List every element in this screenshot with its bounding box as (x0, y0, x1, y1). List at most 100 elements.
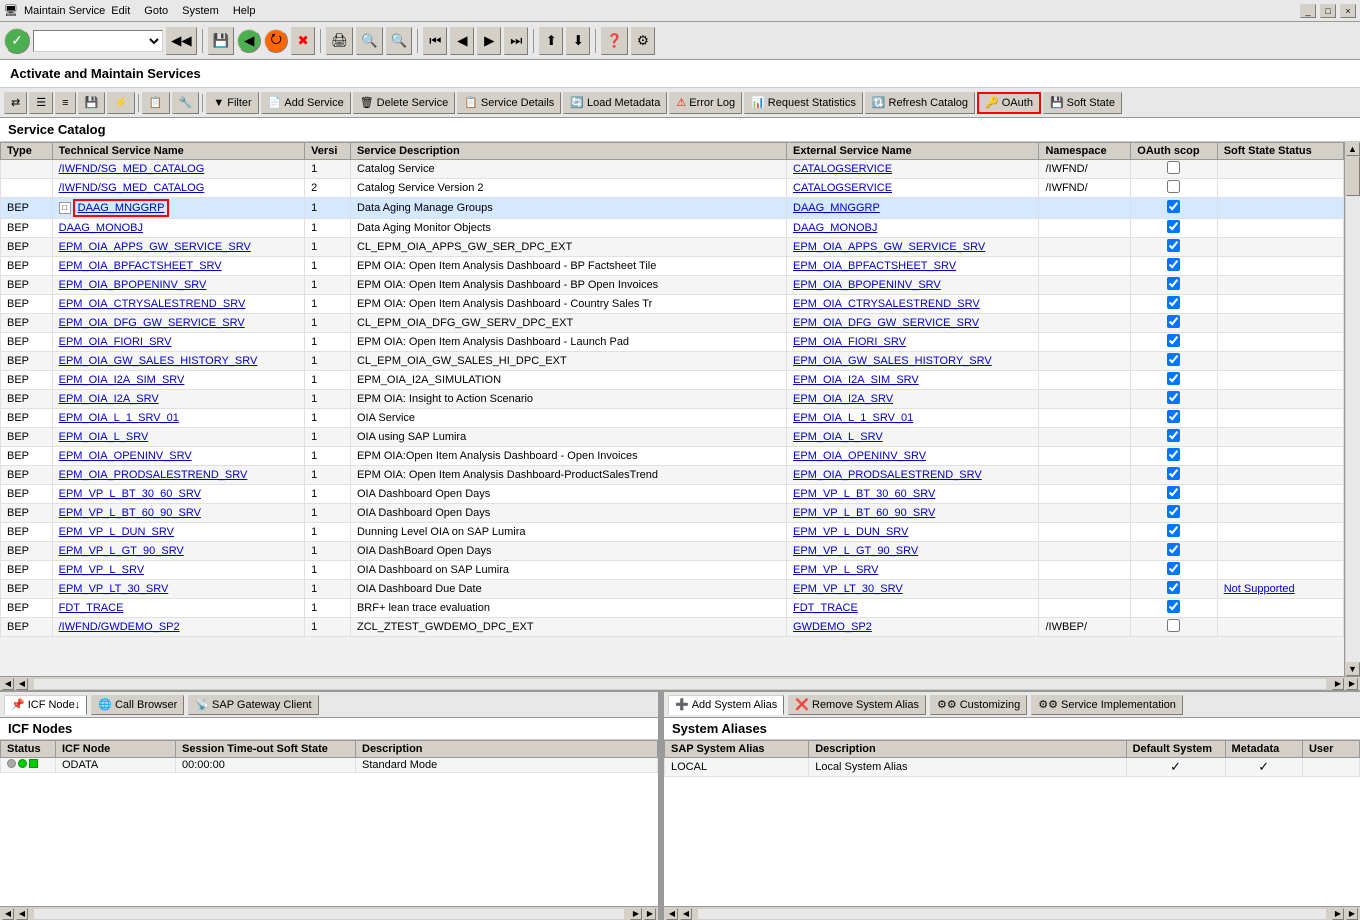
left-hscroll-left[interactable]: ◀ (2, 908, 14, 920)
table-row[interactable]: BEPEPM_VP_L_DUN_SRV1Dunning Level OIA on… (1, 523, 1344, 542)
cell-oauth[interactable] (1131, 504, 1217, 523)
tab-customizing[interactable]: ⚙⚙ Customizing (930, 695, 1027, 715)
close-button[interactable]: × (1340, 4, 1356, 18)
table-row[interactable]: BEPEPM_VP_L_GT_90_SRV1OIA DashBoard Open… (1, 542, 1344, 561)
left-hscroll-right[interactable]: ▶ (630, 908, 642, 920)
table-row[interactable]: ODATA 00:00:00 Standard Mode (1, 758, 658, 773)
delete-service-button[interactable]: 🗑 Delete Service (353, 92, 456, 114)
oauth-checkbox[interactable] (1167, 334, 1180, 347)
error-log-button[interactable]: ⚠ Error Log (669, 92, 742, 114)
hscroll-left-arrow[interactable]: ◀ (2, 678, 14, 690)
oauth-checkbox[interactable] (1167, 161, 1180, 174)
oauth-checkbox[interactable] (1167, 180, 1180, 193)
oauth-checkbox[interactable] (1167, 429, 1180, 442)
oauth-checkbox[interactable] (1167, 410, 1180, 423)
oauth-checkbox[interactable] (1167, 391, 1180, 404)
cell-oauth[interactable] (1131, 409, 1217, 428)
table-row[interactable]: BEPEPM_OIA_L_1_SRV_011OIA ServiceEPM_OIA… (1, 409, 1344, 428)
oauth-checkbox[interactable] (1167, 315, 1180, 328)
settings-button[interactable]: ⚙ (631, 27, 655, 55)
filter-button[interactable]: ▼ Filter (206, 92, 258, 114)
find-button[interactable]: 🔍 (356, 27, 383, 55)
menu-goto[interactable]: Goto (144, 5, 168, 17)
add-service-button[interactable]: 📄 Add Service (261, 92, 351, 114)
next-page-button[interactable]: ▶ (477, 27, 501, 55)
menu-edit[interactable]: Edit (111, 5, 130, 17)
cell-oauth[interactable] (1131, 580, 1217, 599)
cell-oauth[interactable] (1131, 314, 1217, 333)
cell-oauth[interactable] (1131, 219, 1217, 238)
table-row[interactable]: BEPEPM_VP_L_BT_60_90_SRV1OIA Dashboard O… (1, 504, 1344, 523)
right-hscroll-right[interactable]: ▶ (1332, 908, 1344, 920)
left-hscroll-left2[interactable]: ◀ (16, 908, 28, 920)
print-button[interactable]: 🖨 (326, 27, 353, 55)
find-next-button[interactable]: 🔍 (386, 27, 413, 55)
table-row[interactable]: BEPEPM_VP_L_BT_30_60_SRV1OIA Dashboard O… (1, 485, 1344, 504)
left-hscroll-track[interactable] (34, 909, 624, 919)
hscroll-right-arrow[interactable]: ▶ (1332, 678, 1344, 690)
left-panel-table-container[interactable]: Status ICF Node Session Time-out Soft St… (0, 740, 658, 906)
upload-button[interactable]: ⬆ (539, 27, 563, 55)
minimize-button[interactable]: _ (1300, 4, 1316, 18)
tab-icf-node[interactable]: 📌 ICF Node↓ (4, 695, 87, 715)
cancel-button[interactable]: ✖ (291, 27, 315, 55)
table-row[interactable]: BEPEPM_OIA_CTRYSALESTREND_SRV1EPM OIA: O… (1, 295, 1344, 314)
table-row[interactable]: BEPEPM_OIA_FIORI_SRV1EPM OIA: Open Item … (1, 333, 1344, 352)
load-metadata-button[interactable]: 🔄 Load Metadata (563, 92, 667, 114)
icon-btn-5[interactable]: ⚡ (107, 92, 135, 114)
oauth-checkbox[interactable] (1167, 486, 1180, 499)
icon-btn-4[interactable]: 💾 (78, 92, 106, 114)
cell-oauth[interactable] (1131, 599, 1217, 618)
vscroll-thumb[interactable] (1346, 156, 1360, 196)
right-hscroll-right2[interactable]: ▶ (1346, 908, 1358, 920)
left-panel-hscrollbar[interactable]: ◀ ◀ ▶ ▶ (0, 906, 658, 920)
right-hscroll-left2[interactable]: ◀ (680, 908, 692, 920)
cell-oauth[interactable] (1131, 466, 1217, 485)
last-page-button[interactable]: ⏭ (504, 27, 528, 55)
oauth-checkbox[interactable] (1167, 296, 1180, 309)
cell-oauth[interactable] (1131, 390, 1217, 409)
table-row[interactable]: BEPEPM_OIA_PRODSALESTREND_SRV1EPM OIA: O… (1, 466, 1344, 485)
nav-back-button[interactable]: ◀◀ (166, 27, 197, 55)
maximize-button[interactable]: □ (1320, 4, 1336, 18)
table-row[interactable]: BEPFDT_TRACE1BRF+ lean trace evaluationF… (1, 599, 1344, 618)
left-hscroll-right2[interactable]: ▶ (644, 908, 656, 920)
oauth-checkbox[interactable] (1167, 239, 1180, 252)
oauth-checkbox[interactable] (1167, 619, 1180, 632)
cell-oauth[interactable] (1131, 276, 1217, 295)
soft-state-button[interactable]: 💾 Soft State (1043, 92, 1122, 114)
oauth-checkbox[interactable] (1167, 524, 1180, 537)
vscroll-track[interactable] (1346, 156, 1360, 662)
table-row[interactable]: BEP □ DAAG_MNGGRP 1Data Aging Manage Gro… (1, 198, 1344, 219)
oauth-button[interactable]: 🔑 OAuth (977, 92, 1041, 114)
tab-call-browser[interactable]: 🌐 Call Browser (91, 695, 184, 715)
table-row[interactable]: BEPEPM_OIA_BPFACTSHEET_SRV1EPM OIA: Open… (1, 257, 1344, 276)
cell-oauth[interactable] (1131, 198, 1217, 219)
icon-btn-1[interactable]: ⇄ (4, 92, 27, 114)
right-panel-hscrollbar[interactable]: ◀ ◀ ▶ ▶ (664, 906, 1360, 920)
help-button[interactable]: ❓ (601, 27, 628, 55)
hscroll-left-arrow2[interactable]: ◀ (16, 678, 28, 690)
table-row[interactable]: BEPEPM_OIA_GW_SALES_HISTORY_SRV1CL_EPM_O… (1, 352, 1344, 371)
right-hscroll-track[interactable] (698, 909, 1326, 919)
vscroll-up-arrow[interactable]: ▲ (1346, 142, 1360, 156)
oauth-checkbox[interactable] (1167, 467, 1180, 480)
oauth-checkbox[interactable] (1167, 258, 1180, 271)
oauth-checkbox[interactable] (1167, 600, 1180, 613)
cell-oauth[interactable] (1131, 523, 1217, 542)
cell-oauth[interactable] (1131, 238, 1217, 257)
table-row[interactable]: BEPDAAG_MONOBJ1Data Aging Monitor Object… (1, 219, 1344, 238)
cell-oauth[interactable] (1131, 428, 1217, 447)
table-row[interactable]: BEPEPM_OIA_L_SRV1OIA using SAP LumiraEPM… (1, 428, 1344, 447)
oauth-checkbox[interactable] (1167, 562, 1180, 575)
oauth-checkbox[interactable] (1167, 220, 1180, 233)
table-row[interactable]: BEPEPM_OIA_I2A_SRV1EPM OIA: Insight to A… (1, 390, 1344, 409)
oauth-checkbox[interactable] (1167, 200, 1180, 213)
catalog-hscrollbar[interactable]: ◀ ◀ ▶ ▶ (0, 676, 1360, 690)
cell-oauth[interactable] (1131, 542, 1217, 561)
cell-oauth[interactable] (1131, 295, 1217, 314)
icon-btn-2[interactable]: ☰ (29, 92, 53, 114)
table-row[interactable]: BEPEPM_OIA_BPOPENINV_SRV1EPM OIA: Open I… (1, 276, 1344, 295)
prev-page-button[interactable]: ◀ (450, 27, 474, 55)
oauth-checkbox[interactable] (1167, 543, 1180, 556)
